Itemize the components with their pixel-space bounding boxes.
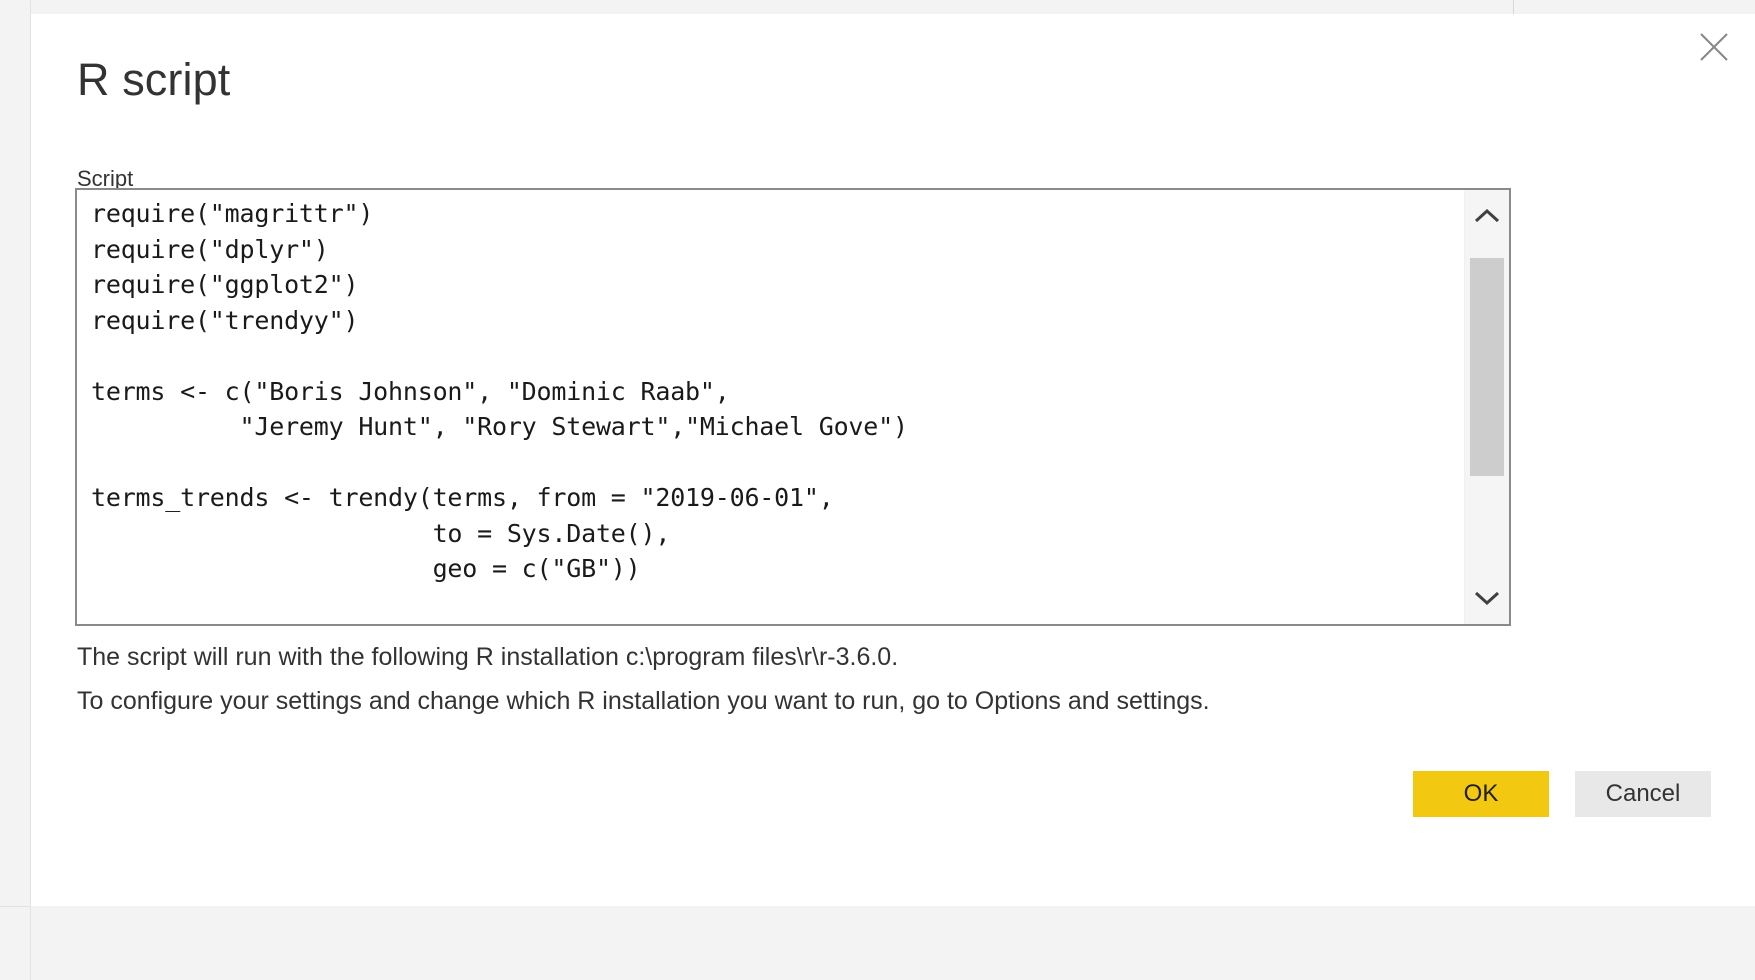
scroll-up-button[interactable] — [1465, 190, 1509, 242]
configure-settings-note: To configure your settings and change wh… — [77, 689, 1210, 714]
script-editor[interactable]: require("magrittr") require("dplyr") req… — [75, 188, 1511, 626]
r-installation-note: The script will run with the following R… — [77, 645, 898, 670]
cancel-button[interactable]: Cancel — [1575, 771, 1711, 817]
r-script-dialog: R script Script require("magrittr") requ… — [31, 14, 1755, 906]
backdrop-bottom-divider — [0, 906, 30, 907]
script-input[interactable]: require("magrittr") require("dplyr") req… — [77, 190, 1464, 624]
scroll-down-button[interactable] — [1465, 572, 1509, 624]
script-scrollbar[interactable] — [1464, 190, 1509, 624]
scrollbar-thumb[interactable] — [1470, 258, 1504, 476]
dialog-button-row: OK Cancel — [1413, 771, 1711, 817]
backdrop-top-divider — [1513, 0, 1514, 14]
script-field-label: Script — [77, 168, 133, 190]
ok-button[interactable]: OK — [1413, 771, 1549, 817]
chevron-down-icon — [1474, 590, 1500, 606]
close-button[interactable] — [1687, 22, 1741, 72]
chevron-up-icon — [1474, 208, 1500, 224]
dialog-title: R script — [77, 57, 230, 102]
close-icon — [1699, 32, 1729, 62]
